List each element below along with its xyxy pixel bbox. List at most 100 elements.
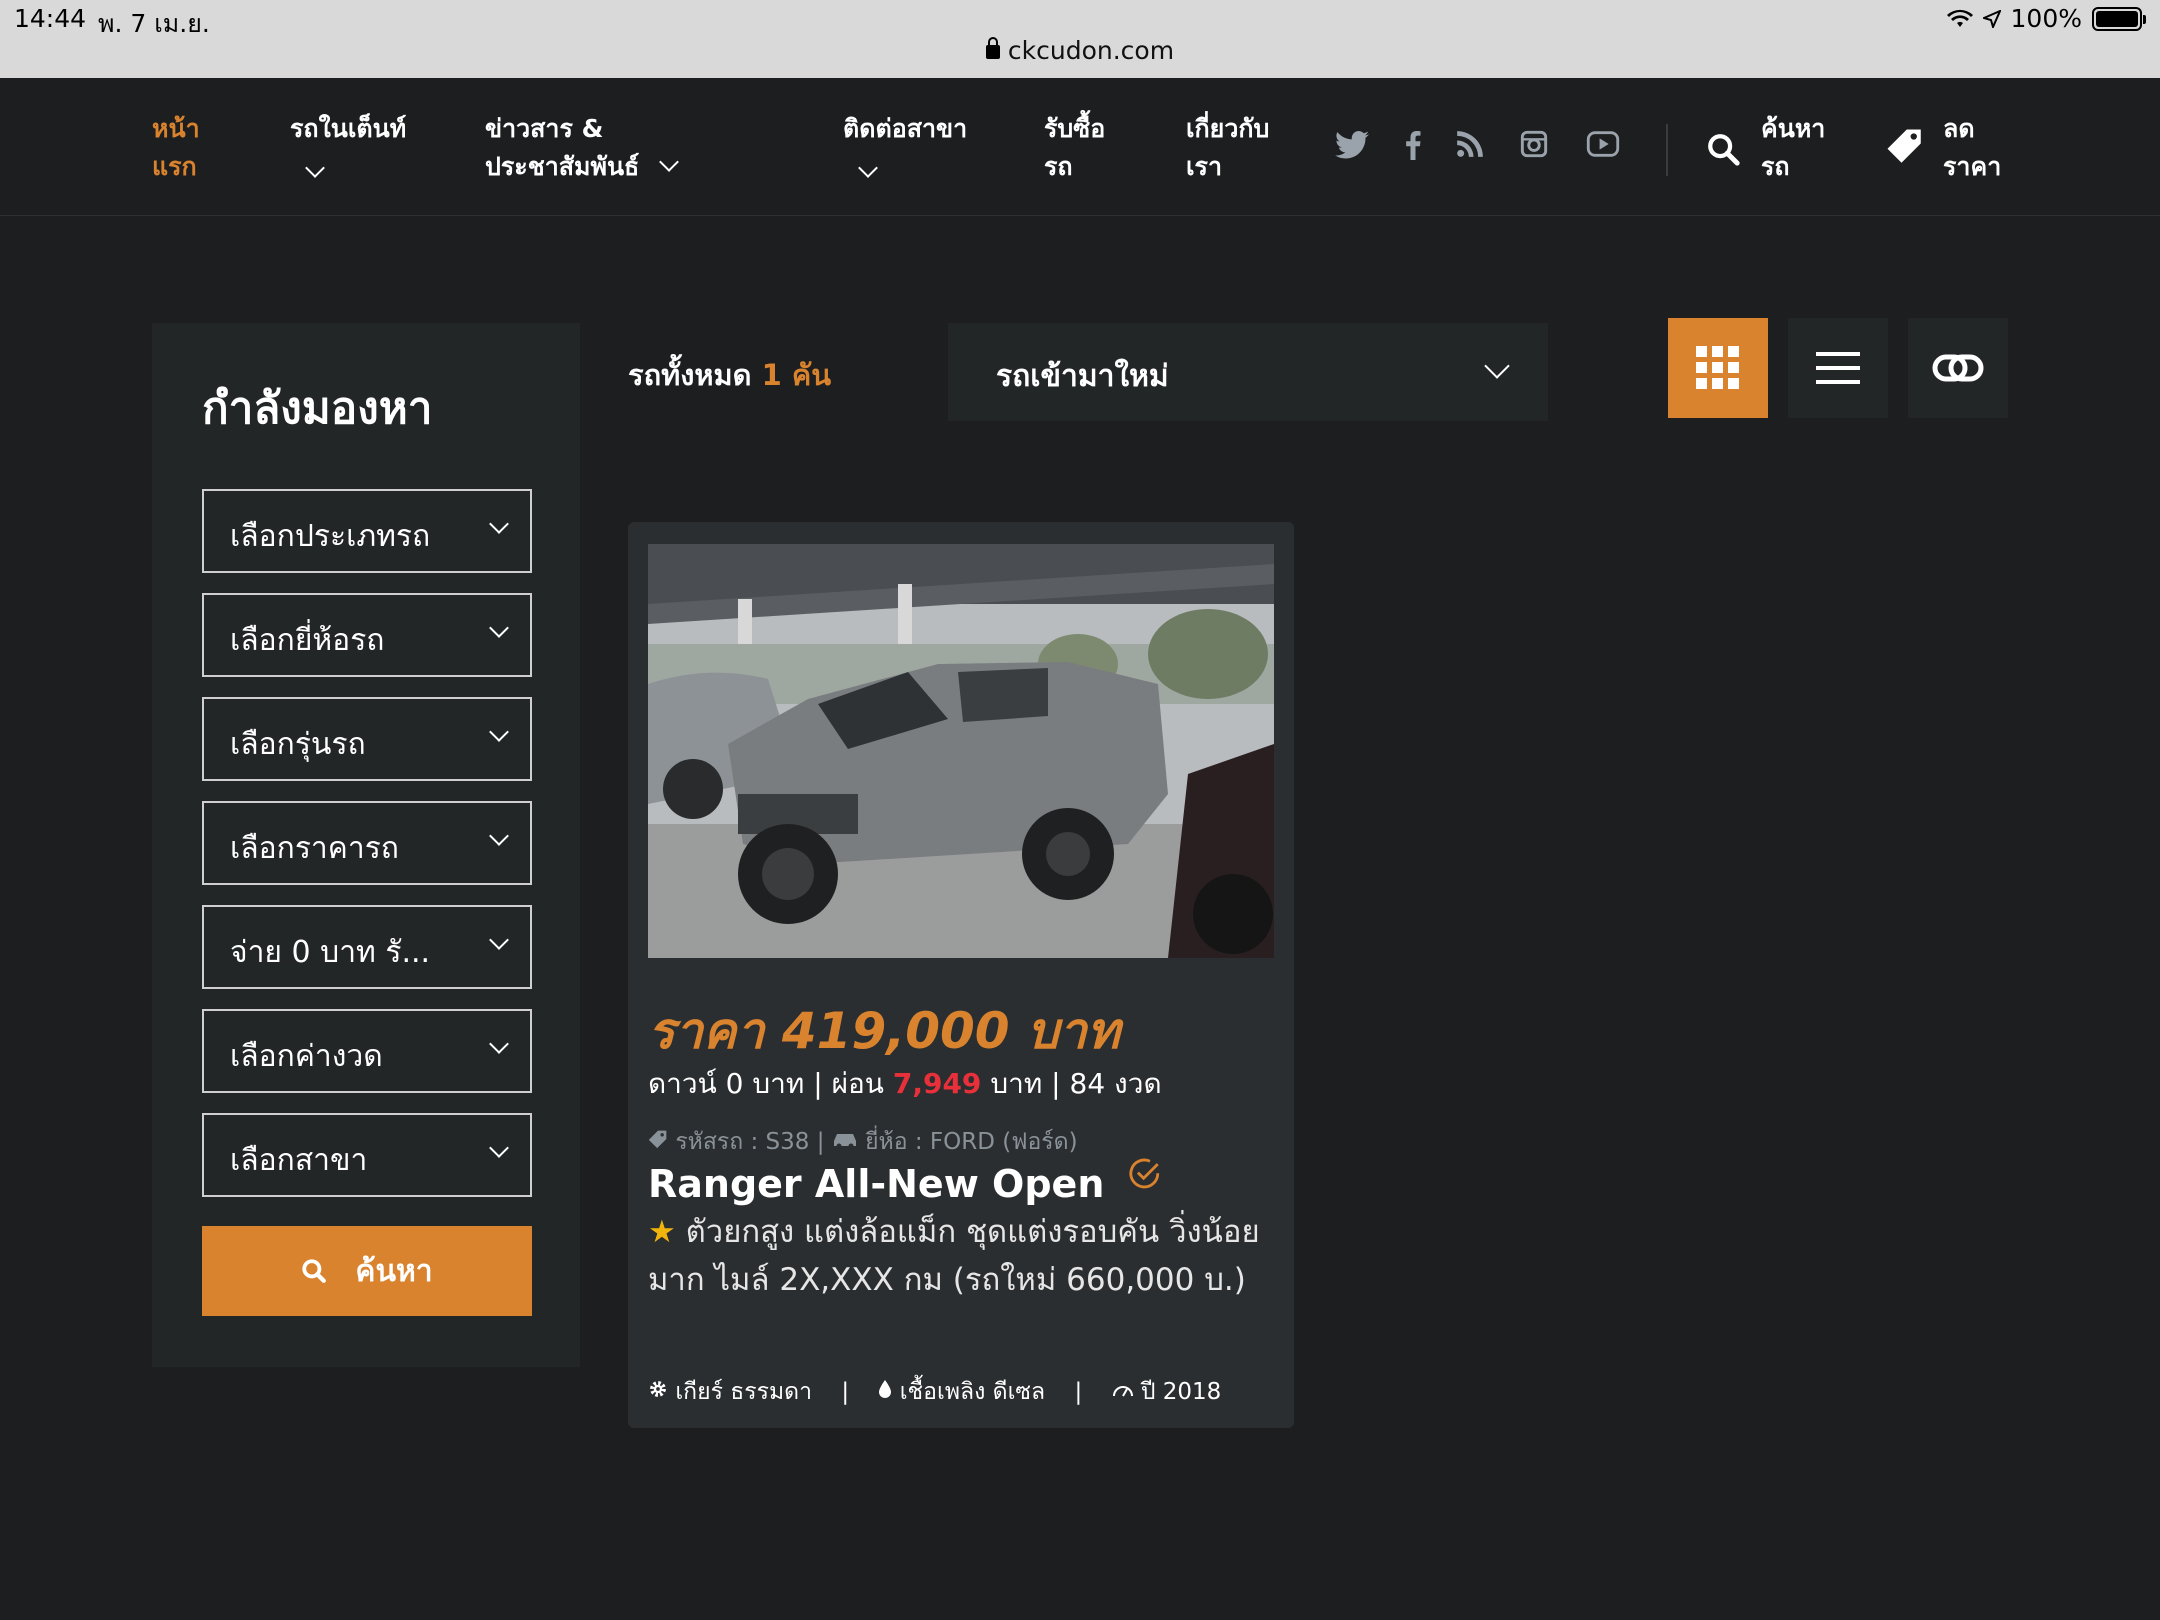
- car-meta: รหัสรถ : S38 | ยี่ห้อ : FORD (ฟอร์ด): [648, 1124, 1078, 1160]
- car-photo-image: [648, 544, 1274, 958]
- chevron-down-icon: [489, 826, 509, 846]
- nav-buy-line1: รับซื้อ: [1044, 114, 1106, 143]
- nav-home-line2: แรก: [152, 152, 197, 181]
- spec-separator: |: [841, 1379, 850, 1405]
- ios-status-bar: 14:44 พ. 7 เม.ย. 100% ckcudon.com: [0, 0, 2160, 78]
- car-icon: [833, 1134, 856, 1149]
- battery-percent: 100%: [2010, 4, 2082, 33]
- installment-amount: 7,949: [892, 1067, 982, 1100]
- select-label: เลือกรุ่นรถ: [230, 727, 366, 762]
- share-link-button[interactable]: [1908, 318, 2008, 418]
- results-count: รถทั้งหมด 1 คัน: [628, 352, 831, 398]
- select-model[interactable]: เลือกรุ่นรถ: [202, 697, 532, 781]
- rss-icon[interactable]: [1456, 130, 1484, 158]
- nav-search-line1: ค้นหา: [1761, 114, 1826, 143]
- car-description-text: ตัวยกสูง แต่งล้อแม็ก ชุดแต่งรอบคัน วิ่งน…: [648, 1214, 1260, 1298]
- select-label: เลือกค่างวด: [230, 1039, 383, 1074]
- nav-home[interactable]: หน้า แรก: [152, 110, 200, 186]
- grid-icon: [1696, 346, 1739, 389]
- search-button-label: ค้นหา: [355, 1253, 433, 1289]
- nav-discount[interactable]: ลด ราคา: [1943, 110, 2001, 186]
- speedometer-icon: [1112, 1386, 1133, 1397]
- car-specs: เกียร์ ธรรมดา | เชื้อเพลิง ดีเซล | ปี 20…: [648, 1374, 1221, 1410]
- price-tag-icon[interactable]: [1884, 126, 1926, 168]
- search-icon: [302, 1259, 327, 1283]
- battery-icon: [2092, 6, 2146, 31]
- tag-icon: [648, 1130, 667, 1149]
- spec-gear: เกียร์ ธรรมดา: [675, 1379, 812, 1405]
- youtube-icon[interactable]: [1586, 130, 1620, 158]
- nav-news-line2: ประชาสัมพันธ์: [485, 152, 640, 181]
- nav-home-line1: หน้า: [152, 114, 200, 143]
- chevron-down-icon: [1484, 353, 1510, 379]
- select-installment[interactable]: เลือกค่างวด: [202, 1009, 532, 1093]
- nav-search-car[interactable]: ค้นหา รถ: [1761, 110, 1825, 186]
- nav-discount-line2: ราคา: [1943, 152, 2002, 181]
- car-photo[interactable]: [648, 544, 1274, 958]
- search-button[interactable]: ค้นหา: [202, 1226, 532, 1316]
- select-branch[interactable]: เลือกสาขา: [202, 1113, 532, 1197]
- select-label: เลือกประเภทรถ: [230, 519, 431, 554]
- sort-select[interactable]: รถเข้ามาใหม่: [948, 323, 1548, 421]
- chevron-down-icon: [489, 618, 509, 638]
- car-card[interactable]: ราคา 419,000 บาท ดาวน์ 0 บาท | ผ่อน 7,94…: [628, 522, 1294, 1428]
- select-label: เลือกราคารถ: [230, 831, 399, 866]
- lock-icon: [985, 37, 1000, 59]
- nav-cars-label: รถในเต็นท์: [290, 114, 407, 143]
- nav-about[interactable]: เกี่ยวกับ เรา: [1186, 110, 1269, 186]
- search-icon[interactable]: [1706, 132, 1740, 166]
- location-icon: [1982, 9, 2001, 28]
- payment-terms: ดาวน์ 0 บาท | ผ่อน 7,949 บาท | 84 งวด: [648, 1062, 1162, 1106]
- select-brand[interactable]: เลือกยี่ห้อรถ: [202, 593, 532, 677]
- fuel-drop-icon: [879, 1380, 892, 1398]
- chevron-down-icon: [489, 514, 509, 534]
- list-view-button[interactable]: [1788, 318, 1888, 418]
- installment-terms: บาท | 84 งวด: [990, 1067, 1162, 1100]
- nav-about-line1: เกี่ยวกับ: [1186, 114, 1270, 143]
- nav-buy-car[interactable]: รับซื้อ รถ: [1044, 110, 1105, 186]
- verified-check-icon: [1129, 1158, 1159, 1189]
- list-icon: [1816, 352, 1860, 384]
- spec-fuel: เชื้อเพลิง ดีเซล: [899, 1379, 1046, 1405]
- nav-buy-line2: รถ: [1044, 152, 1073, 181]
- nav-news[interactable]: ข่าวสาร & ประชาสัมพันธ์: [485, 110, 679, 186]
- down-payment: ดาวน์ 0 บาท | ผ่อน: [648, 1067, 884, 1100]
- nav-discount-line1: ลด: [1943, 114, 1975, 143]
- filter-sidebar: กำลังมองหา เลือกประเภทรถ เลือกยี่ห้อรถ เ…: [152, 323, 580, 1367]
- nav-search-line2: รถ: [1761, 152, 1790, 181]
- status-right: 100%: [1946, 4, 2146, 33]
- chevron-down-icon: [489, 1034, 509, 1054]
- chevron-down-icon: [489, 1138, 509, 1158]
- link-icon: [1932, 354, 1984, 382]
- nav-cars-in-lot[interactable]: รถในเต็นท์: [290, 110, 406, 186]
- car-brand: ยี่ห้อ : FORD (ฟอร์ด): [865, 1129, 1078, 1155]
- car-code: รหัสรถ : S38 |: [675, 1129, 825, 1155]
- car-price: ราคา 419,000 บาท: [648, 1002, 1120, 1060]
- star-icon: ★: [648, 1214, 676, 1250]
- instagram-icon[interactable]: [1520, 130, 1548, 158]
- twitter-icon[interactable]: [1335, 130, 1369, 160]
- wifi-icon: [1946, 9, 1973, 27]
- select-label: เลือกยี่ห้อรถ: [230, 623, 385, 658]
- main-nav: หน้า แรก รถในเต็นท์ ข่าวสาร & ประชาสัมพั…: [0, 78, 2160, 216]
- spec-year: ปี 2018: [1140, 1379, 1222, 1405]
- car-title[interactable]: Ranger All-New Open: [648, 1158, 1162, 1206]
- sort-label: รถเข้ามาใหม่: [996, 359, 1169, 394]
- select-price[interactable]: เลือกราคารถ: [202, 801, 532, 885]
- sidebar-title: กำลังมองหา: [202, 383, 433, 434]
- status-time: 14:44: [14, 4, 87, 33]
- select-zero-down[interactable]: จ่าย 0 บาท รั...: [202, 905, 532, 989]
- grid-view-button[interactable]: [1668, 318, 1768, 418]
- nav-divider: [1666, 124, 1668, 176]
- car-description: ★ ตัวยกสูง แต่งล้อแม็ก ชุดแต่งรอบคัน วิ่…: [648, 1208, 1278, 1304]
- results-prefix: รถทั้งหมด: [628, 358, 752, 392]
- select-label: เลือกสาขา: [230, 1143, 368, 1178]
- nav-contact-branch[interactable]: ติดต่อสาขา: [843, 110, 967, 186]
- select-car-type[interactable]: เลือกประเภทรถ: [202, 489, 532, 573]
- chevron-down-icon: [659, 152, 679, 172]
- nav-news-line2-wrap: ประชาสัมพันธ์: [485, 148, 679, 186]
- address-bar[interactable]: ckcudon.com: [0, 36, 2160, 65]
- facebook-icon[interactable]: [1405, 130, 1421, 160]
- nav-news-line1: ข่าวสาร &: [485, 114, 604, 143]
- url-text: ckcudon.com: [1007, 36, 1175, 65]
